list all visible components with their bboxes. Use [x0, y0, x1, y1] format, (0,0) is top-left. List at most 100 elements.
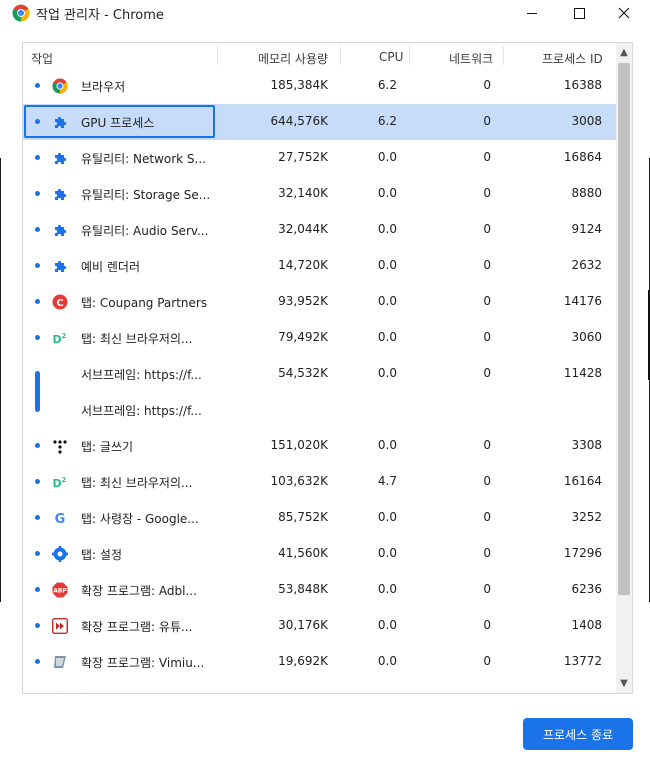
svg-text:2: 2 — [62, 332, 67, 340]
process-bullet — [35, 335, 40, 340]
table-row[interactable]: 서브프레임: https://f... 54,532K 0.0 0 11428 — [23, 356, 616, 392]
table-row[interactable]: 확장 프로그램: 유튜... 30,176K 0.0 0 1408 — [23, 608, 616, 644]
svg-text:G: G — [55, 512, 66, 526]
cpu-value: 6.2 — [377, 114, 397, 128]
column-header-memory[interactable]: 메모리 사용량 — [258, 50, 328, 67]
memory-value: 85,752K — [278, 510, 328, 524]
network-value: 0 — [483, 258, 491, 272]
table-row[interactable]: 탭: 설정 41,560K 0.0 0 17296 — [23, 536, 616, 572]
pid-value: 3060 — [571, 330, 602, 344]
cpu-value: 0.0 — [377, 330, 397, 344]
d2-icon: D2 — [53, 332, 67, 346]
table-row[interactable]: 유틸리티: Network S... 27,752K 0.0 0 16864 — [23, 140, 616, 176]
svg-text:C: C — [56, 298, 63, 309]
process-bullet — [35, 155, 40, 160]
task-list: 브라우저 185,384K 6.2 0 16388 GPU 프로세스 644,576K 6.2… — [23, 68, 616, 693]
column-header-network[interactable]: 네트워크 — [449, 50, 493, 67]
pid-value: 3308 — [571, 438, 602, 452]
column-header-pid[interactable]: 프로세스 ID — [542, 50, 603, 67]
column-divider[interactable] — [409, 46, 410, 65]
column-divider[interactable] — [340, 46, 341, 65]
column-header-cpu[interactable]: CPU — [379, 50, 403, 64]
maximize-button[interactable] — [555, 0, 603, 26]
scroll-up-icon[interactable]: ▲ — [616, 45, 632, 61]
process-bullet — [35, 83, 40, 88]
pid-value: 11428 — [563, 366, 602, 380]
minimize-button[interactable] — [508, 0, 556, 26]
process-bullet — [35, 443, 40, 448]
network-value: 0 — [483, 222, 491, 236]
network-value: 0 — [483, 150, 491, 164]
memory-value: 27,752K — [278, 150, 328, 164]
pid-value: 9124 — [571, 222, 602, 236]
svg-text:D: D — [53, 333, 62, 346]
task-name: 탭: 설정 — [81, 548, 122, 562]
window-title: 작업 관리자 - Chrome — [36, 8, 164, 23]
cpu-value: 0.0 — [377, 150, 397, 164]
table-row[interactable]: ABP 확장 프로그램: Adbl... 53,848K 0.0 0 6236 — [23, 572, 616, 608]
google-icon: G — [55, 512, 66, 526]
memory-value: 93,952K — [278, 294, 328, 308]
column-divider[interactable] — [217, 46, 218, 65]
table-row[interactable]: 유틸리티: Storage Se... 32,140K 0.0 0 8880 — [23, 176, 616, 212]
process-bullet — [35, 659, 40, 664]
puzzle-icon — [55, 224, 67, 236]
close-button[interactable] — [600, 0, 648, 26]
process-bullet — [35, 587, 40, 592]
process-bullet — [35, 479, 40, 484]
task-name: 확장 프로그램: Vimiu... — [81, 656, 205, 670]
vertical-scrollbar[interactable]: ▲ ▼ — [616, 43, 632, 693]
puzzle-icon — [55, 260, 67, 272]
table-row[interactable]: 유틸리티: Audio Serv... 32,044K 0.0 0 9124 — [23, 212, 616, 248]
table-row[interactable]: 탭: 글쓰기 151,020K 0.0 0 3308 — [23, 428, 616, 464]
process-bullet — [35, 227, 40, 232]
process-bullet — [35, 299, 40, 304]
puzzle-icon — [55, 152, 67, 164]
background-window-edge — [0, 158, 1, 602]
network-value: 0 — [483, 618, 491, 632]
cpu-value: 0.0 — [377, 582, 397, 596]
cpu-value: 0.0 — [377, 618, 397, 632]
task-name: 확장 프로그램: ... — [81, 690, 170, 693]
table-row[interactable]: 서브프레임: https://f... — [23, 392, 616, 428]
process-bullet — [35, 263, 40, 268]
task-name: 유틸리티: Network S... — [81, 152, 206, 166]
memory-value: 151,020K — [270, 438, 329, 452]
pid-value: 16864 — [563, 150, 602, 164]
scroll-down-icon[interactable]: ▼ — [616, 676, 632, 692]
pid-value: 6236 — [571, 582, 602, 596]
svg-text:D: D — [53, 477, 62, 490]
task-name: 확장 프로그램: 유튜... — [81, 620, 193, 634]
table-row[interactable]: D 2 탭: 최신 브라우저의... 103,632K 4.7 0 16164 — [23, 464, 616, 500]
memory-value: 41,560K — [278, 546, 328, 560]
table-row[interactable]: GPU 프로세스 644,576K 6.2 0 3008 — [23, 104, 616, 140]
column-divider[interactable] — [503, 46, 504, 65]
task-name: 서브프레임: https://f... — [81, 368, 202, 382]
column-header-task[interactable]: 작업 — [31, 50, 53, 67]
network-value: 0 — [483, 330, 491, 344]
d2-icon: D2 — [53, 476, 67, 490]
end-process-button[interactable]: 프로세스 종료 — [523, 718, 633, 750]
cpu-value: 0.0 — [377, 294, 397, 308]
pid-value: 8880 — [571, 186, 602, 200]
chrome-icon — [52, 78, 68, 94]
table-row[interactable]: D 2 탭: 최신 브라우저의... 79,492K 0.0 0 3060 — [23, 320, 616, 356]
network-value: 0 — [483, 366, 491, 380]
table-row[interactable]: 확장 프로그램: ... — [23, 680, 616, 693]
table-row[interactable]: C 탭: Coupang Partners 93,952K 0.0 0 14176 — [23, 284, 616, 320]
task-name: 탭: Coupang Partners — [81, 296, 208, 310]
extension-icon — [59, 692, 60, 693]
maximize-icon — [573, 7, 585, 19]
table-row[interactable]: 확장 프로그램: Vimiu... 19,692K 0.0 0 13772 — [23, 644, 616, 680]
table-row[interactable]: 예비 렌더러 14,720K 0.0 0 2632 — [23, 248, 616, 284]
process-bullet — [35, 119, 40, 124]
pid-value: 14176 — [563, 294, 602, 308]
gear-icon — [52, 546, 68, 562]
minimize-icon — [527, 12, 537, 14]
network-value: 0 — [483, 78, 491, 92]
scrollbar-thumb[interactable] — [618, 63, 630, 595]
network-value: 0 — [483, 474, 491, 488]
table-row[interactable]: 브라우저 185,384K 6.2 0 16388 — [23, 68, 616, 104]
table-row[interactable]: G 탭: 사령장 - Google... 85,752K 0.0 0 3252 — [23, 500, 616, 536]
process-group-indicator — [35, 371, 40, 412]
